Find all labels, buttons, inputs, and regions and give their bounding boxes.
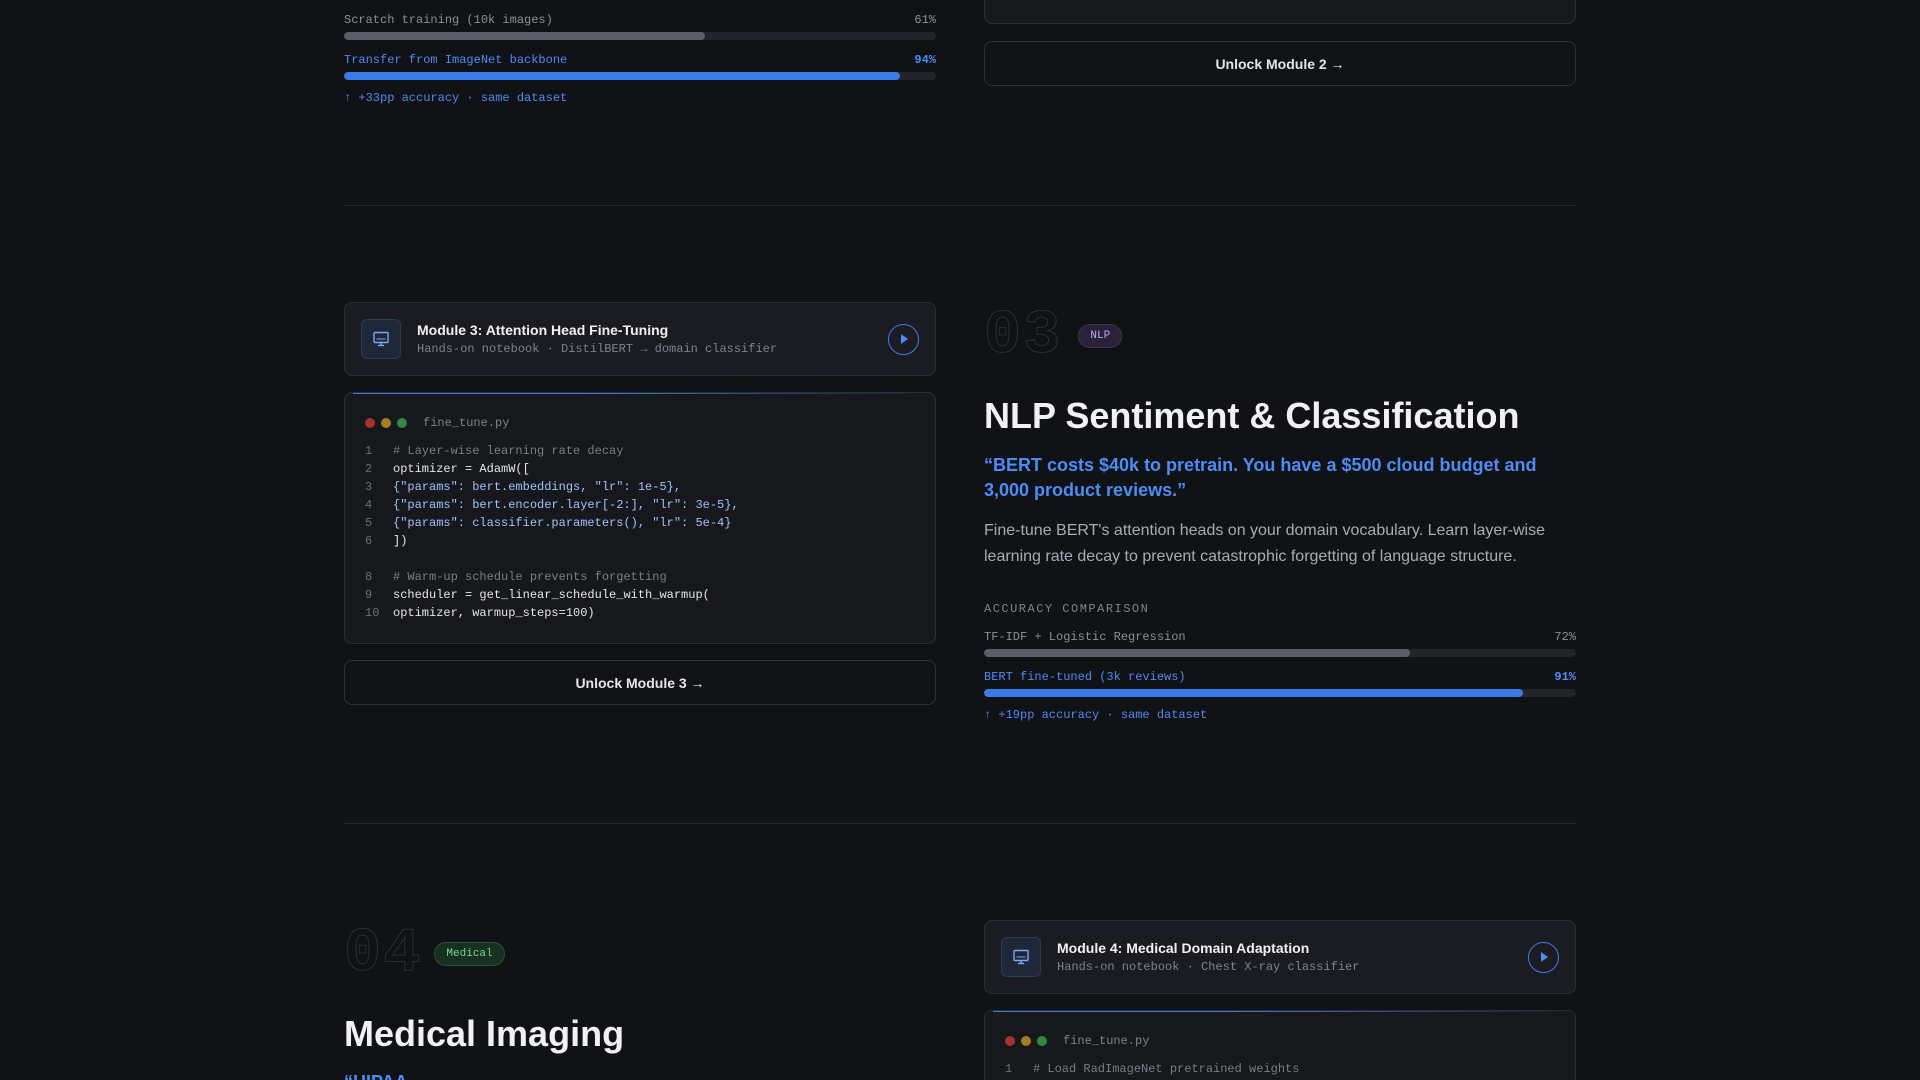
- play-icon[interactable]: [1528, 941, 1559, 973]
- window-dot-green: [1037, 1036, 1047, 1046]
- code-line: 2 optimizer = AdamW([: [365, 462, 530, 476]
- window-dot-yellow: [1021, 1036, 1031, 1046]
- section-title: NLP Sentiment & Classification: [984, 395, 1520, 436]
- section-quote: “BERT costs $40k to pretrain. You have a…: [984, 455, 1537, 500]
- comparison-note: ↑ +19pp accuracy · same dataset: [984, 708, 1208, 722]
- window-dot-green: [397, 418, 407, 428]
- section-description: Fine-tune BERT's attention heads on your…: [984, 522, 1545, 565]
- section-number: 03: [983, 300, 1063, 372]
- code-line: 1 # Load RadImageNet pretrained weights: [1005, 1062, 1300, 1076]
- module-3-card[interactable]: Module 3: Attention Head Fine-Tuning Han…: [344, 302, 936, 376]
- monitor-icon: [1001, 937, 1041, 977]
- module-subtitle: Hands-on notebook · DistilBERT → domain …: [417, 342, 778, 356]
- progress-fill: [984, 689, 1523, 697]
- progress-fill: [344, 32, 706, 40]
- code-line: 1 # Layer-wise learning rate decay: [365, 444, 624, 458]
- comparison-row: Transfer from ImageNet backbone 94%: [344, 53, 936, 80]
- comparison-row: TF-IDF + Logistic Regression 72%: [984, 630, 1576, 657]
- section-quote: “HIPAA ... ... ... ... ... ... ... ... .…: [344, 1070, 936, 1080]
- code-line: 3 {"params": bert.embeddings, "lr": 1e-5}…: [365, 480, 682, 494]
- module-subtitle: Hands-on notebook · Chest X-ray classifi…: [1057, 960, 1360, 974]
- window-dot-red: [1005, 1036, 1015, 1046]
- section-4-header: 04 Medical: [343, 918, 505, 990]
- comparison-label: BERT fine-tuned (3k reviews): [984, 670, 1186, 684]
- progress-track: [984, 649, 1576, 657]
- window-dot-yellow: [381, 418, 391, 428]
- unlock-module-2-button[interactable]: Unlock Module 2 →: [984, 41, 1576, 86]
- play-icon[interactable]: [888, 323, 919, 355]
- comparison-value: 91%: [1554, 670, 1576, 684]
- module-4-card[interactable]: Module 4: Medical Domain Adaptation Hand…: [984, 920, 1576, 994]
- code-line: 9 scheduler = get_linear_schedule_with_wa…: [365, 588, 710, 602]
- code-lines: 1 # Layer-wise learning rate decay 2 optim…: [345, 430, 935, 622]
- progress-track: [984, 689, 1576, 697]
- comparison-note: ↑ +33pp accuracy · same dataset: [344, 91, 568, 105]
- comparison-row: BERT fine-tuned (3k reviews) 91%: [984, 670, 1576, 697]
- section-divider: [344, 205, 1576, 206]
- progress-track: [344, 32, 936, 40]
- category-tag: NLP: [1078, 323, 1123, 348]
- code-filename: fine_tune.py: [423, 416, 510, 430]
- monitor-icon: [361, 319, 401, 359]
- code-card: fine_tune.py 1 # Load RadImageNet pretrai…: [984, 1010, 1576, 1080]
- comparison-value: 72%: [1554, 630, 1576, 644]
- code-line: 10 optimizer, warmup_steps=100): [365, 606, 595, 620]
- comparison-value: 61%: [914, 13, 936, 27]
- section-divider: [344, 823, 1576, 824]
- section-title: Medical Imaging: [344, 1013, 625, 1054]
- code-line: 8 # Warm-up schedule prevents forgetting: [365, 570, 667, 584]
- progress-fill: [344, 72, 901, 80]
- code-line: 6]): [365, 534, 408, 548]
- code-lines: 1 # Load RadImageNet pretrained weights: [985, 1048, 1575, 1078]
- section-number: 04: [343, 918, 423, 990]
- unlock-module-3-button[interactable]: Unlock Module 3 →: [344, 660, 936, 705]
- section-3-header: 03 NLP: [983, 300, 1123, 372]
- code-line: 4 {"params": bert.encoder.layer[-2:], "lr…: [365, 498, 739, 512]
- nlp-accuracy-comparison: ACCURACY COMPARISON TF-IDF + Logistic Re…: [984, 602, 1576, 722]
- module-title: Module 3: Attention Head Fine-Tuning: [417, 322, 669, 338]
- comparison-label: Scratch training (10k images): [344, 13, 553, 27]
- comparison-label: Transfer from ImageNet backbone: [344, 53, 568, 67]
- comparison-heading: ACCURACY COMPARISON: [984, 602, 1150, 616]
- module2-code-card-bottom: [984, 0, 1576, 24]
- code-filename: fine_tune.py: [1063, 1034, 1150, 1048]
- module-title: Module 4: Medical Domain Adaptation: [1057, 940, 1310, 956]
- window-dot-red: [365, 418, 375, 428]
- module2-accuracy-comparison: Scratch training (10k images) 61% Transf…: [344, 13, 936, 105]
- comparison-row: Scratch training (10k images) 61%: [344, 13, 936, 40]
- progress-track: [344, 72, 936, 80]
- comparison-label: TF-IDF + Logistic Regression: [984, 630, 1186, 644]
- category-tag: Medical: [434, 941, 505, 966]
- comparison-value: 94%: [914, 53, 936, 67]
- progress-fill: [984, 649, 1411, 657]
- code-card: fine_tune.py 1 # Layer-wise learning rate…: [344, 392, 936, 644]
- code-line: 5 {"params": classifier.parameters(), "lr…: [365, 516, 732, 530]
